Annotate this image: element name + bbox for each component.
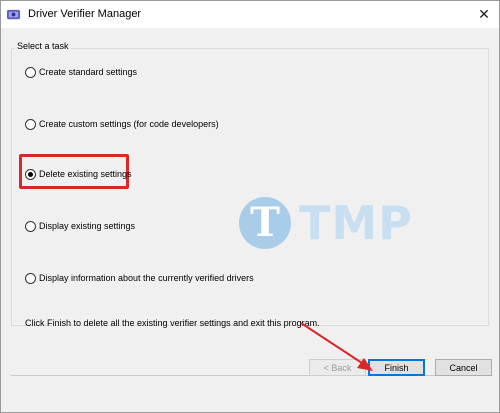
close-button[interactable]: ✕ <box>469 1 499 28</box>
info-text: Click Finish to delete all the existing … <box>25 318 320 328</box>
window-title: Driver Verifier Manager <box>28 8 142 20</box>
radio-button[interactable] <box>25 118 36 130</box>
finish-button[interactable]: Finish <box>368 359 425 376</box>
title-bar: Driver Verifier Manager ✕ <box>1 1 499 28</box>
group-title: Select a task <box>15 41 71 51</box>
watermark-logo-icon: T <box>239 197 291 249</box>
back-button[interactable]: < Back <box>309 359 366 376</box>
tmp-watermark: T TMP <box>239 196 413 250</box>
radio-dot-icon <box>28 171 33 177</box>
dialog-body: Select a task Create standard settings C… <box>1 28 499 412</box>
option-delete-existing[interactable]: Delete existing settings <box>25 167 132 181</box>
option-label: Display existing settings <box>39 221 136 231</box>
driver-verifier-window: Driver Verifier Manager ✕ Select a task … <box>0 0 500 413</box>
cancel-button[interactable]: Cancel <box>435 359 492 376</box>
option-label: Create standard settings <box>39 67 138 77</box>
driver-verifier-app-icon <box>6 9 21 20</box>
radio-button[interactable] <box>25 220 36 232</box>
radio-button[interactable] <box>25 66 36 78</box>
close-icon: ✕ <box>478 6 490 22</box>
watermark-text: TMP <box>299 196 413 250</box>
option-display-info[interactable]: Display information about the currently … <box>25 271 254 285</box>
radio-button-selected[interactable] <box>25 168 36 180</box>
option-create-custom[interactable]: Create custom settings (for code develop… <box>25 117 219 131</box>
option-display-existing[interactable]: Display existing settings <box>25 219 135 233</box>
option-create-standard[interactable]: Create standard settings <box>25 65 137 79</box>
option-label: Delete existing settings <box>39 169 132 179</box>
option-label: Create custom settings (for code develop… <box>39 119 219 129</box>
option-label: Display information about the currently … <box>39 273 254 283</box>
radio-button[interactable] <box>25 272 36 284</box>
